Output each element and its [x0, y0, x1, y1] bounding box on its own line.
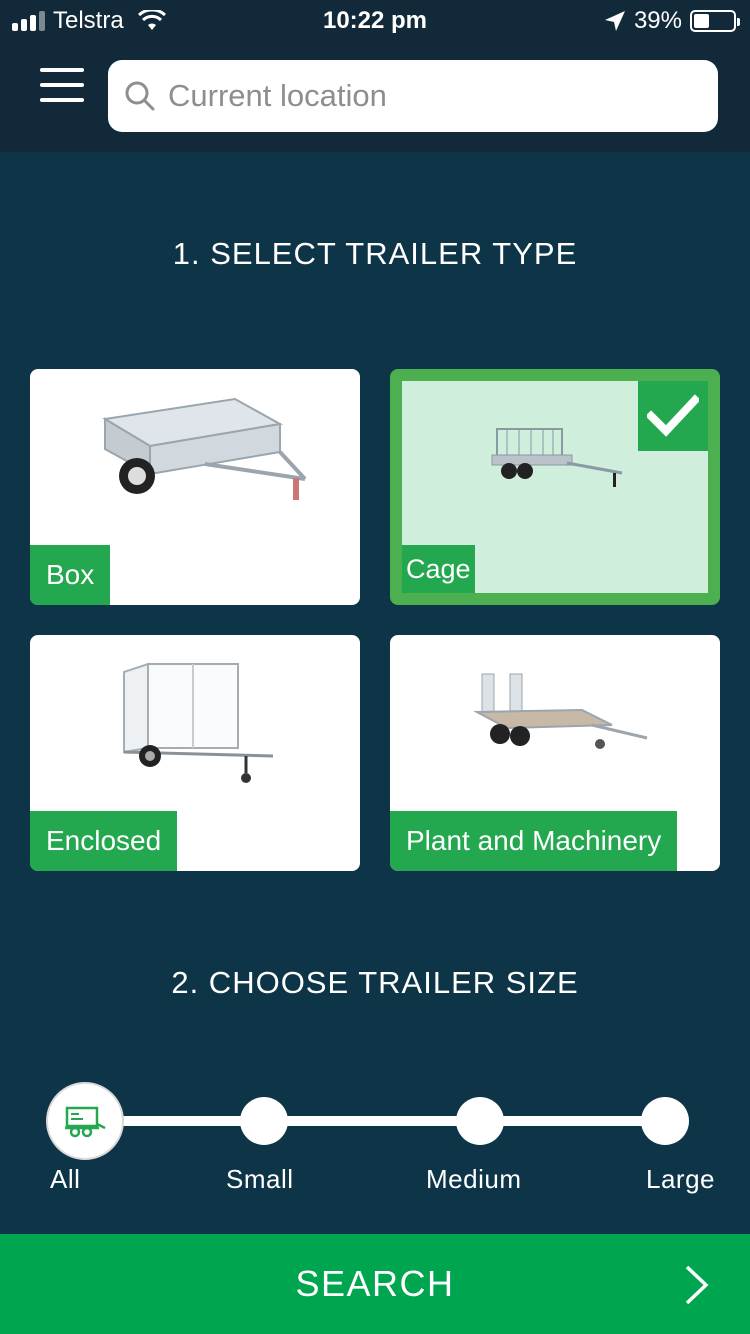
size-label-large: Large	[646, 1164, 715, 1194]
selected-check-badge	[638, 381, 708, 451]
box-trailer-image	[102, 397, 307, 500]
size-label-medium: Medium	[426, 1164, 522, 1194]
battery-percent: 39%	[633, 7, 682, 34]
search-icon	[125, 81, 155, 111]
header-bar	[0, 40, 750, 152]
select-trailer-type-heading: 1. SELECT TRAILER TYPE	[172, 236, 578, 271]
search-button-label: SEARCH	[295, 1263, 455, 1304]
size-label-all: All	[50, 1164, 81, 1194]
trailer-type-card-enclosed[interactable]: Enclosed	[30, 635, 360, 871]
card-body: Plant and Machinery	[390, 635, 720, 871]
card-label: Cage	[402, 545, 475, 593]
cage-trailer-image	[491, 428, 623, 487]
trailer-type-card-box[interactable]: Box	[30, 369, 360, 605]
search-button[interactable]: SEARCH	[0, 1234, 750, 1334]
location-arrow-icon	[604, 11, 625, 31]
battery-icon	[690, 10, 740, 32]
hamburger-menu-icon[interactable]	[40, 68, 84, 102]
search-input[interactable]	[168, 78, 688, 114]
status-bar: Telstra 10:22 pm 39%	[0, 0, 750, 40]
chevron-right-icon	[685, 1265, 709, 1305]
size-option-small[interactable]	[240, 1097, 288, 1145]
card-label: Box	[30, 545, 111, 605]
size-label-small: Small	[226, 1164, 294, 1194]
card-label: Plant and Machinery	[390, 811, 678, 871]
trailer-size-slider[interactable]: All Small Medium Large	[0, 1080, 750, 1220]
choose-trailer-size-heading: 2. CHOOSE TRAILER SIZE	[171, 965, 579, 1000]
checkmark-icon	[647, 394, 699, 437]
plant-trailer-image	[473, 673, 648, 749]
card-label: Enclosed	[30, 811, 178, 871]
slider-track	[85, 1116, 665, 1126]
card-body: Box	[30, 369, 360, 605]
trailer-type-card-cage[interactable]: Cage	[390, 369, 720, 605]
card-body: Enclosed	[30, 635, 360, 871]
status-right: 39%	[604, 7, 740, 35]
enclosed-trailer-image	[123, 662, 274, 783]
search-box[interactable]	[108, 60, 718, 132]
size-option-medium[interactable]	[456, 1097, 504, 1145]
size-option-all[interactable]	[46, 1082, 124, 1160]
trailer-type-card-plant-and-machinery[interactable]: Plant and Machinery	[390, 635, 720, 871]
size-option-large[interactable]	[641, 1097, 689, 1145]
trailer-icon	[65, 1106, 106, 1138]
